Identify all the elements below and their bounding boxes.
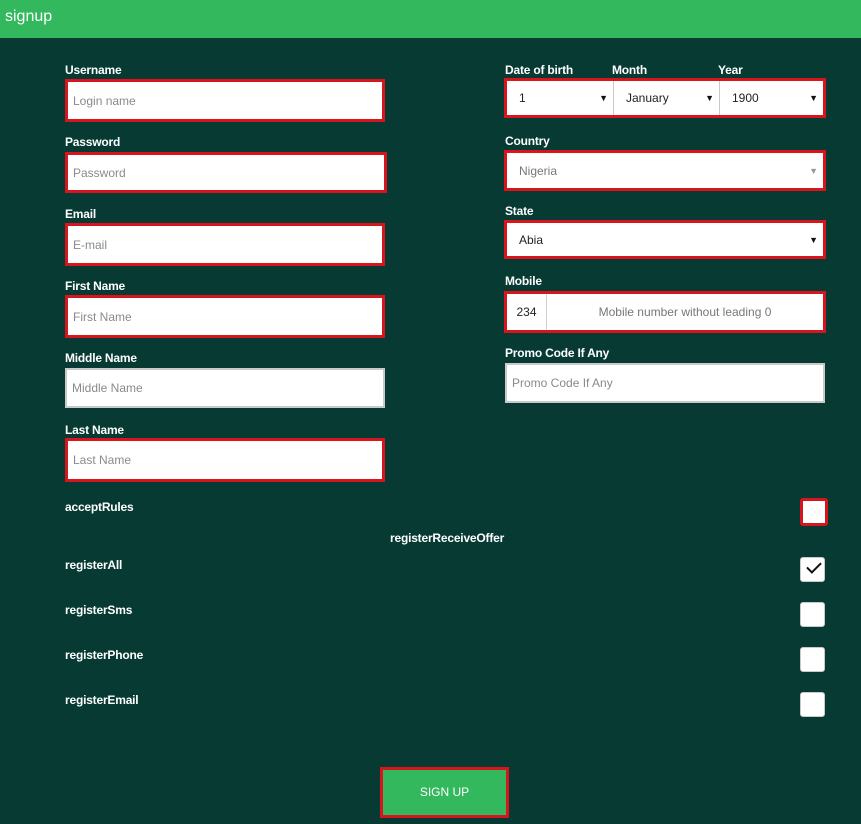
first-name-input[interactable]	[68, 298, 382, 335]
password-input[interactable]	[68, 155, 384, 190]
last-name-input[interactable]	[68, 441, 382, 479]
register-phone-label: registerPhone	[65, 648, 144, 662]
promo-label: Promo Code If Any	[505, 346, 610, 360]
dob-month-select[interactable]: January ▼	[614, 81, 719, 115]
state-label: State	[505, 204, 534, 218]
dob-day-value: 1	[519, 91, 526, 105]
state-select[interactable]: Abia ▼	[504, 220, 826, 259]
triangle-down-icon: ▼	[705, 93, 714, 103]
last-name-label: Last Name	[65, 423, 124, 437]
country-select[interactable]: Nigeria ▼	[504, 150, 826, 191]
title-bar: signup	[0, 0, 861, 38]
password-label: Password	[65, 135, 121, 149]
register-email-checkbox[interactable]	[800, 692, 825, 717]
register-phone-checkbox[interactable]	[800, 647, 825, 672]
promo-field	[505, 363, 825, 403]
mobile-group: 234 Mobile number without leading 0	[504, 291, 826, 333]
username-field	[65, 79, 385, 122]
middle-name-field	[65, 368, 385, 408]
email-field	[65, 223, 385, 266]
country-label: Country	[505, 134, 550, 148]
last-name-field	[65, 438, 385, 482]
dob-year-select[interactable]: 1900 ▼	[720, 81, 823, 115]
first-name-field	[65, 295, 385, 338]
register-all-label: registerAll	[65, 558, 123, 572]
country-value: Nigeria	[519, 163, 558, 178]
dob-month-value: January	[626, 91, 669, 105]
password-field	[65, 152, 387, 193]
window-title: signup	[5, 8, 53, 25]
middle-name-input[interactable]	[67, 370, 383, 406]
signup-button[interactable]: SIGN UP	[383, 770, 506, 815]
signup-button-frame: SIGN UP	[380, 767, 509, 818]
mobile-country-code: 234	[507, 294, 547, 330]
accept-rules-checkbox[interactable]	[800, 498, 828, 526]
register-all-checkbox[interactable]	[800, 557, 825, 582]
mobile-label: Mobile	[505, 274, 542, 288]
triangle-down-icon: ▼	[809, 93, 818, 103]
dob-label: Date of birth	[505, 63, 574, 77]
triangle-down-icon: ▼	[599, 93, 608, 103]
register-sms-label: registerSms	[65, 603, 133, 617]
state-value: Abia	[519, 232, 544, 247]
dob-day-select[interactable]: 1 ▼	[507, 81, 613, 115]
middle-name-label: Middle Name	[65, 351, 137, 365]
mobile-number-input[interactable]: Mobile number without leading 0	[547, 294, 823, 330]
email-input[interactable]	[68, 226, 382, 263]
dob-group: 1 ▼ January ▼ 1900 ▼	[504, 78, 826, 118]
dob-year-value: 1900	[732, 91, 759, 105]
check-icon	[806, 558, 822, 574]
promo-code-input[interactable]	[507, 365, 823, 401]
triangle-down-icon: ▼	[809, 165, 818, 176]
month-label: Month	[612, 63, 647, 77]
register-sms-checkbox[interactable]	[800, 602, 825, 627]
receive-offer-header: registerReceiveOffer	[390, 531, 505, 545]
username-label: Username	[65, 63, 122, 77]
triangle-down-icon: ▼	[809, 234, 818, 245]
email-label: Email	[65, 207, 97, 221]
accept-rules-label: acceptRules	[65, 500, 134, 514]
username-input[interactable]	[68, 82, 382, 119]
year-label: Year	[718, 63, 743, 77]
register-email-label: registerEmail	[65, 693, 139, 707]
first-name-label: First Name	[65, 279, 126, 293]
